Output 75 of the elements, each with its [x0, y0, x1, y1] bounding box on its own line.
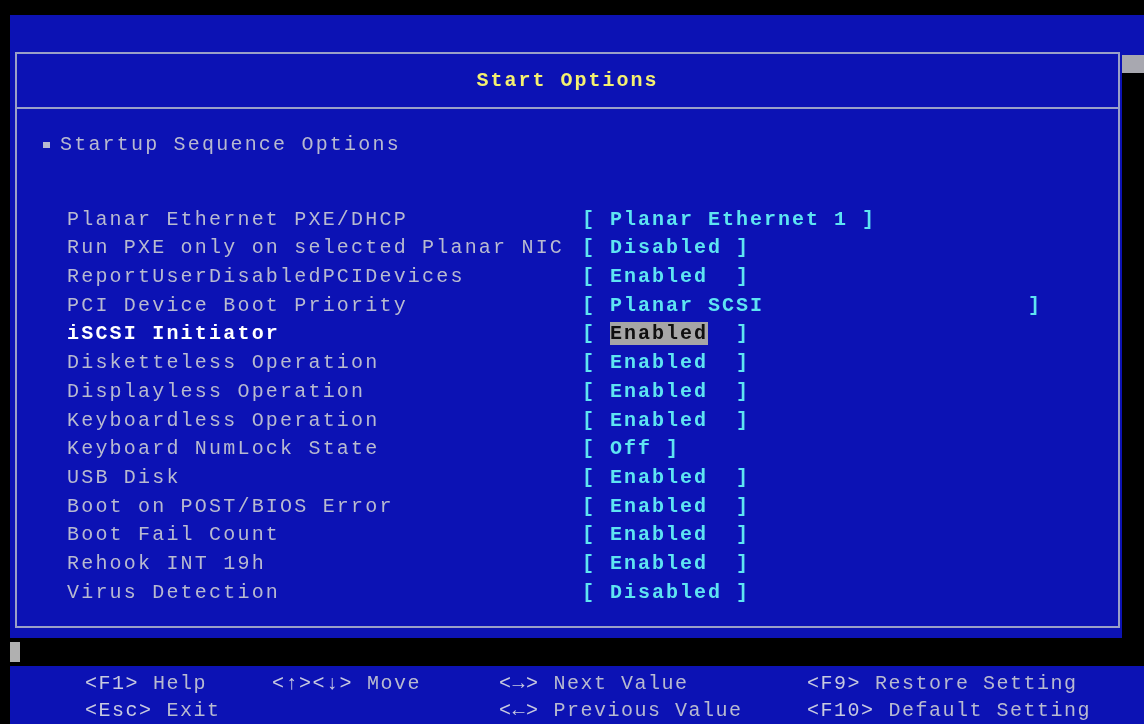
key-hint: <←>: [499, 699, 540, 722]
scrollbar-thumb[interactable]: [1122, 54, 1144, 73]
key-action: Next Value: [553, 672, 689, 695]
setting-label[interactable]: ReportUserDisabledPCIDevices: [67, 265, 582, 289]
bracket: ]: [736, 236, 751, 260]
setting-value[interactable]: Enabled: [610, 465, 709, 489]
key-hint: <F10>: [807, 699, 875, 722]
bracket: ]: [666, 437, 681, 461]
key-hint: <→>: [499, 672, 540, 695]
bracket: ]: [736, 523, 751, 547]
bracket: [: [582, 552, 596, 575]
bracket: ]: [736, 265, 751, 289]
setting-label[interactable]: Boot Fail Count: [67, 523, 582, 547]
key-action: Default Setting: [888, 699, 1092, 722]
bracket: [: [582, 408, 596, 432]
setting-label[interactable]: Rehook INT 19h: [67, 552, 582, 575]
bracket: ]: [736, 322, 751, 346]
bracket: [: [582, 580, 596, 604]
key-hint: <Esc>: [85, 699, 153, 722]
bracket: ]: [736, 351, 751, 375]
bracket: [: [582, 265, 596, 289]
setting-label[interactable]: Displayless Operation: [67, 379, 582, 403]
bracket: [: [582, 494, 596, 518]
scroll-handle[interactable]: [10, 642, 20, 663]
key-hint: <F1>: [85, 672, 139, 695]
setting-label[interactable]: iSCSI Initiator: [67, 322, 582, 346]
setting-value[interactable]: Enabled: [610, 494, 709, 518]
section-heading: Startup Sequence Options: [60, 133, 401, 157]
key-hint: <↑><↓>: [272, 672, 353, 695]
bracket: ]: [736, 408, 751, 432]
key-action: Exit: [166, 699, 221, 722]
setting-label[interactable]: Boot on POST/BIOS Error: [67, 494, 582, 518]
setting-value[interactable]: Enabled: [610, 552, 709, 575]
setting-value[interactable]: Planar Ethernet 1: [610, 207, 849, 231]
bracket: [: [582, 322, 596, 346]
key-action: Help: [153, 672, 208, 695]
bracket: ]: [736, 580, 751, 604]
setting-label[interactable]: Keyboardless Operation: [67, 408, 582, 432]
setting-label[interactable]: Disketteless Operation: [67, 351, 582, 375]
bracket: [: [582, 523, 596, 547]
setting-value[interactable]: Enabled: [610, 408, 709, 432]
bracket: ]: [736, 465, 751, 489]
bracket: [: [582, 293, 596, 317]
bracket: [: [582, 351, 596, 375]
bracket: [: [582, 207, 596, 231]
setting-value[interactable]: Enabled: [610, 351, 709, 375]
setting-value[interactable]: Off: [610, 437, 653, 461]
setting-value[interactable]: Enabled: [610, 322, 709, 346]
setting-value[interactable]: Disabled: [610, 236, 723, 260]
bracket: ]: [862, 207, 877, 231]
setting-value[interactable]: Enabled: [610, 379, 709, 403]
key-action: Move: [367, 672, 422, 695]
bracket: ]: [736, 494, 751, 518]
setting-label[interactable]: Run PXE only on selected Planar NIC: [67, 236, 582, 260]
setting-label[interactable]: Virus Detection: [67, 580, 582, 604]
setting-value[interactable]: Disabled: [610, 580, 723, 604]
key-action: Previous Value: [553, 699, 743, 722]
setting-label[interactable]: Keyboard NumLock State: [67, 437, 582, 461]
setting-value[interactable]: Planar SCSI: [610, 293, 765, 317]
bracket: ]: [736, 379, 751, 403]
bracket: [: [582, 437, 596, 461]
key-hint: <F9>: [807, 672, 861, 695]
setting-label[interactable]: PCI Device Boot Priority: [67, 293, 582, 317]
bracket: [: [582, 465, 596, 489]
bracket: [: [582, 379, 596, 403]
bullet-icon: [43, 141, 50, 148]
setting-label[interactable]: Planar Ethernet PXE/DHCP: [67, 207, 582, 231]
key-action: Restore Setting: [875, 672, 1078, 695]
bracket: ]: [736, 552, 751, 575]
setting-value[interactable]: Enabled: [610, 523, 709, 547]
panel-title: Start Options: [476, 68, 659, 92]
bracket: [: [582, 236, 596, 260]
setting-value[interactable]: Enabled: [610, 265, 709, 289]
bracket: ]: [1028, 293, 1042, 317]
setting-label[interactable]: USB Disk: [67, 465, 582, 489]
